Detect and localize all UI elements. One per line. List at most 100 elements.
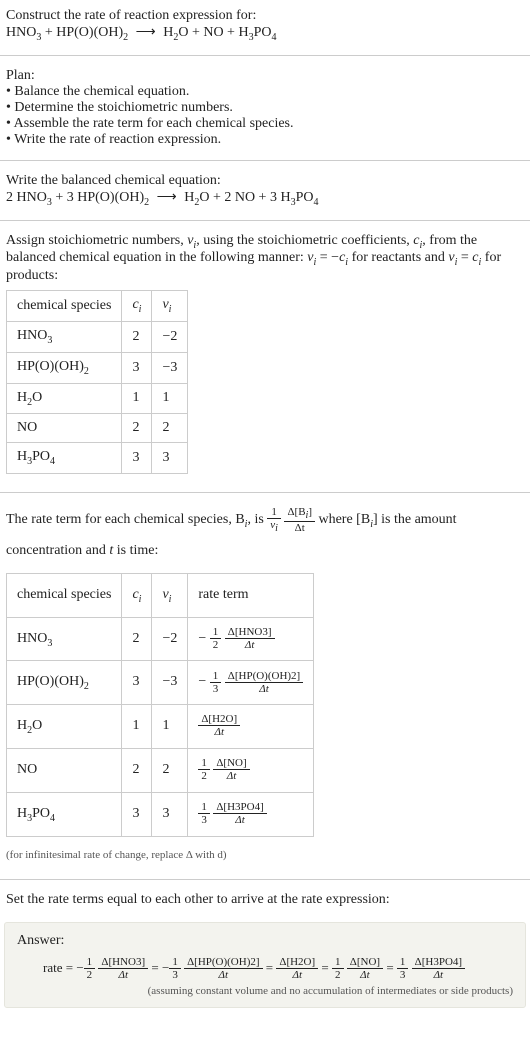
species-sub: 2 (84, 681, 89, 692)
neg-sign: − (76, 960, 83, 975)
delta-fraction: Δ[HP(O)(OH)2]Δt (225, 670, 303, 695)
eq-text: O + 2 NO + 3 H (199, 190, 290, 205)
rate-term-table: chemical species ci νi rate term HNO3 2 … (6, 573, 314, 837)
coeff-fraction: 13 (210, 670, 222, 695)
species-sub: 3 (47, 335, 52, 346)
cell-nui: 3 (152, 443, 188, 474)
fraction-numerator: 1 (84, 956, 96, 969)
fraction-denominator: Δt (225, 683, 303, 695)
fraction-denominator: 3 (397, 969, 409, 981)
final-section: Set the rate terms equal to each other t… (0, 884, 530, 916)
stoichiometry-table: chemical species ci νi HNO3 2 −2 HP(O)(O… (6, 290, 188, 474)
fraction-numerator: Δ[H2O] (276, 956, 318, 969)
col-ci: ci (122, 573, 152, 617)
fraction-denominator: Δt (284, 522, 315, 534)
stoich-intro: Assign stoichiometric numbers, νi, using… (6, 233, 524, 285)
delta-fraction: Δ[HP(O)(OH)2]Δt (184, 956, 262, 981)
coeff-fraction: 13 (198, 801, 210, 826)
delta-fraction: Δ[NO]Δt (213, 757, 249, 782)
fraction-numerator: 1 (267, 506, 281, 519)
delta-fraction: Δ[H3PO4]Δt (412, 956, 465, 981)
equals: = (151, 960, 162, 975)
cell-nui: 2 (152, 748, 188, 792)
fraction-denominator: Δt (184, 969, 262, 981)
cell-species: HP(O)(OH)2 (7, 352, 122, 383)
text: for reactants and (348, 250, 448, 265)
col-species: chemical species (7, 573, 122, 617)
fraction-numerator: 1 (210, 626, 222, 639)
subscript-i: i (139, 594, 142, 605)
neg-sign: − (198, 631, 206, 646)
equals: = (386, 960, 397, 975)
fraction-denominator: Δt (412, 969, 465, 981)
answer-equation: rate = −12 Δ[HNO3]Δt = −13 Δ[HP(O)(OH)2]… (17, 955, 513, 982)
coeff-fraction: 12 (210, 626, 222, 651)
fraction-denominator: Δt (213, 814, 266, 826)
cell-ci: 3 (122, 443, 152, 474)
rate-term-section: The rate term for each chemical species,… (0, 497, 530, 875)
divider (0, 879, 530, 880)
plan-bullet: • Write the rate of reaction expression. (6, 132, 524, 148)
fraction-numerator: Δ[HNO3] (98, 956, 148, 969)
text: is time: (113, 543, 158, 558)
species-sub: 3 (47, 637, 52, 648)
question-header: Construct the rate of reaction expressio… (0, 0, 530, 51)
text: The rate term for each chemical species,… (6, 512, 245, 527)
divider (0, 55, 530, 56)
subscript-i: i (275, 523, 278, 534)
equals: = (321, 960, 332, 975)
coeff-fraction: 12 (198, 757, 210, 782)
answer-note: (assuming constant volume and no accumul… (17, 985, 513, 997)
cell-rate-term: − 12 Δ[HNO3]Δt (188, 617, 314, 661)
cell-ci: 3 (122, 792, 152, 836)
table-row: H3PO4 3 3 (7, 443, 188, 474)
coeff-fraction: 12 (332, 956, 344, 981)
species-sub: 4 (50, 456, 55, 467)
fraction-denominator: Δt (276, 969, 318, 981)
species-text: O (32, 718, 42, 733)
fraction-numerator: 1 (210, 670, 222, 683)
delta-fraction: Δ[NO]Δt (347, 956, 383, 981)
plan-bullet: • Determine the stoichiometric numbers. (6, 100, 524, 116)
cell-rate-term: 12 Δ[NO]Δt (188, 748, 314, 792)
unbalanced-equation: HNO3 + HP(O)(OH)2 ⟶ H2O + NO + H3PO4 (6, 24, 524, 43)
plan-title: Plan: (6, 68, 524, 84)
fraction-numerator: Δ[H3PO4] (213, 801, 266, 814)
answer-box: Answer: rate = −12 Δ[HNO3]Δt = −13 Δ[HP(… (4, 922, 526, 1009)
fraction-denominator: 2 (84, 969, 96, 981)
cell-ci: 2 (122, 748, 152, 792)
subscript-i: i (139, 304, 142, 315)
cell-rate-term: Δ[H2O]Δt (188, 705, 314, 749)
eq-text: PO (296, 190, 314, 205)
text: Δ[B (287, 506, 305, 518)
subscript-i: i (169, 304, 172, 315)
species-sub: 4 (50, 813, 55, 824)
cell-nui: −2 (152, 321, 188, 352)
eq-text: + HP(O)(OH) (41, 25, 123, 40)
eq-text: PO (254, 25, 272, 40)
species-text: H (17, 390, 27, 405)
table-header-row: chemical species ci νi rate term (7, 573, 314, 617)
eq-text: H (163, 25, 173, 40)
cell-species: H2O (7, 705, 122, 749)
fraction-denominator: 2 (210, 639, 222, 651)
cell-nui: 2 (152, 414, 188, 443)
cell-nui: 1 (152, 705, 188, 749)
delta-fraction: Δ[HNO3]Δt (98, 956, 148, 981)
cell-nui: −3 (152, 352, 188, 383)
neg-sign: − (162, 960, 169, 975)
fraction-denominator: Δt (98, 969, 148, 981)
cell-nui: 3 (152, 792, 188, 836)
text: ] (308, 506, 312, 518)
cell-nui: −3 (152, 661, 188, 705)
divider (0, 220, 530, 221)
coeff-fraction: 12 (84, 956, 96, 981)
cell-ci: 3 (122, 352, 152, 383)
cell-ci: 2 (122, 617, 152, 661)
delta-fraction: Δ[H3PO4]Δt (213, 801, 266, 826)
eq-text: HNO (6, 25, 36, 40)
cell-rate-term: − 13 Δ[HP(O)(OH)2]Δt (188, 661, 314, 705)
fraction-denominator: 3 (210, 683, 222, 695)
fraction-denominator: νi (267, 519, 281, 534)
text: , using the stoichiometric coefficients, (196, 233, 413, 248)
